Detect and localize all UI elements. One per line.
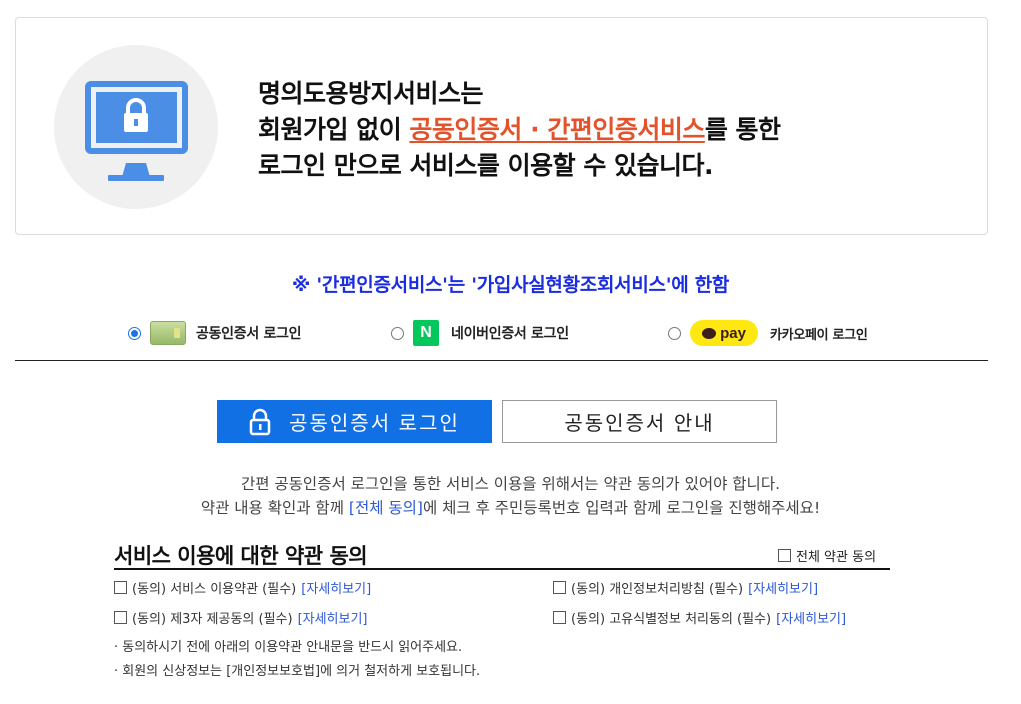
term-label: (동의) 개인정보처리방침 (필수) (571, 582, 744, 597)
hero-line-2-pre: 회원가입 없이 (258, 115, 410, 144)
term-detail-link[interactable]: [자세히보기] (776, 608, 846, 627)
kakaopay-icon-text: pay (720, 324, 746, 342)
info-line-2-post: 에 체크 후 주민등록번호 입력과 함께 로그인을 진행해주세요! (422, 499, 821, 517)
checkbox[interactable] (114, 581, 127, 594)
certificate-card-icon (150, 321, 186, 345)
hero-accent-text: 공동인증서 · 간편인증서비스 (409, 115, 705, 144)
all-agree-checkbox[interactable]: 전체 약관 동의 (778, 546, 876, 565)
hero-message: 명의도용방지서비스는 회원가입 없이 공동인증서 · 간편인증서비스를 통한 로… (258, 76, 781, 184)
info-line-2: 약관 내용 확인과 함께 [전체 동의]에 체크 후 주민등록번호 입력과 함께… (0, 496, 1021, 520)
login-option-label: 카카오페이 로그인 (770, 327, 868, 343)
hero-line-2-post: 를 통한 (704, 115, 781, 144)
term-privacy: (동의) 개인정보처리방침 (필수) [자세히보기] (553, 578, 818, 597)
all-agree-link[interactable]: [전체 동의] (349, 499, 423, 517)
certificate-guide-label: 공동인증서 안내 (564, 413, 715, 435)
terms-divider (114, 568, 890, 570)
login-option-kakaopay[interactable]: pay 카카오페이 로그인 (668, 318, 868, 348)
speech-bubble-icon (702, 327, 717, 339)
login-option-certificate[interactable]: 공동인증서 로그인 (128, 318, 302, 348)
certificate-guide-button[interactable]: 공동인증서 안내 (502, 400, 777, 443)
lock-icon (249, 408, 271, 435)
term-label: (동의) 고유식별정보 처리동의 (필수) (571, 612, 772, 627)
term-detail-link[interactable]: [자세히보기] (298, 608, 368, 627)
login-option-naver[interactable]: N 네이버인증서 로그인 (391, 318, 569, 348)
term-third-party: (동의) 제3자 제공동의 (필수) [자세히보기] (114, 608, 368, 627)
radio-naver[interactable] (391, 326, 404, 340)
login-method-options: 공동인증서 로그인 N 네이버인증서 로그인 pay 카카오페이 로그인 (15, 318, 988, 348)
terms-title: 서비스 이용에 대한 약관 동의 (114, 544, 368, 568)
checkbox[interactable] (778, 549, 791, 562)
login-option-label: 공동인증서 로그인 (196, 326, 302, 342)
term-label: (동의) 제3자 제공동의 (필수) (132, 612, 293, 627)
certificate-login-button[interactable]: 공동인증서 로그인 (217, 400, 492, 443)
term-label: (동의) 서비스 이용약관 (필수) (132, 582, 297, 597)
login-option-label: 네이버인증서 로그인 (451, 326, 569, 342)
hero-icon-circle (54, 45, 218, 209)
kakaopay-icon: pay (690, 320, 758, 346)
section-divider (15, 360, 988, 361)
agreement-info: 간편 공동인증서 로그인을 통한 서비스 이용을 위해서는 약관 동의가 있어야… (0, 472, 1021, 520)
hero-banner: 명의도용방지서비스는 회원가입 없이 공동인증서 · 간편인증서비스를 통한 로… (15, 17, 988, 235)
monitor-lock-icon (85, 81, 188, 181)
radio-certificate[interactable] (128, 326, 141, 340)
hero-line-3: 로그인 만으로 서비스를 이용할 수 있습니다. (258, 151, 714, 180)
info-line-1: 간편 공동인증서 로그인을 통한 서비스 이용을 위해서는 약관 동의가 있어야… (240, 475, 781, 493)
certificate-login-label: 공동인증서 로그인 (289, 413, 460, 435)
term-detail-link[interactable]: [자세히보기] (748, 578, 818, 597)
service-notice: ※ '간편인증서비스'는 '가입사실현황조회서비스'에 한함 (291, 274, 730, 296)
terms-note: · 동의하시기 전에 아래의 이용약관 안내문을 반드시 읽어주세요. (114, 640, 463, 655)
term-service: (동의) 서비스 이용약관 (필수) [자세히보기] (114, 578, 371, 597)
hero-line-1: 명의도용방지서비스는 (258, 79, 484, 108)
checkbox[interactable] (553, 581, 566, 594)
all-agree-label: 전체 약관 동의 (796, 550, 877, 565)
info-line-2-pre: 약관 내용 확인과 함께 (200, 499, 349, 517)
checkbox[interactable] (553, 611, 566, 624)
term-detail-link[interactable]: [자세히보기] (301, 578, 371, 597)
checkbox[interactable] (114, 611, 127, 624)
radio-kakaopay[interactable] (668, 326, 681, 340)
terms-note: · 회원의 신상정보는 [개인정보보호법]에 의거 철저하게 보호됩니다. (114, 664, 481, 679)
term-unique-id: (동의) 고유식별정보 처리동의 (필수) [자세히보기] (553, 608, 846, 627)
hero-line-2: 회원가입 없이 공동인증서 · 간편인증서비스를 통한 (258, 112, 781, 148)
naver-n-icon: N (413, 320, 439, 346)
